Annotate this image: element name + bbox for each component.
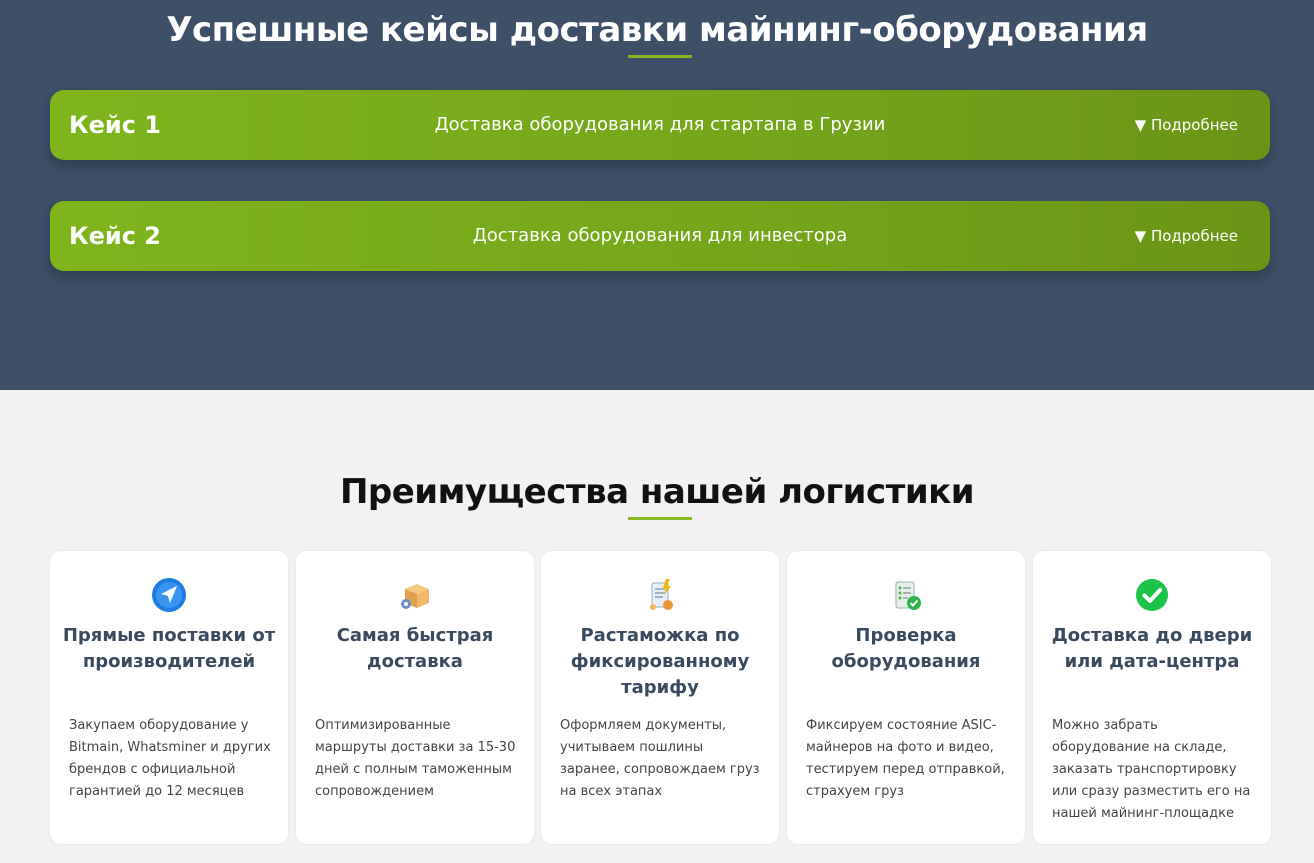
checklist-icon (895, 581, 921, 610)
case-2-more-link[interactable]: ▼ Подробнее (1135, 201, 1238, 271)
fast-delivery-icon (401, 584, 429, 609)
case-1-description: Доставка оборудования для стартапа в Гру… (434, 114, 886, 135)
advantage-card: Доставка до двери или дата-центра Можно … (1032, 550, 1272, 845)
advantage-title: Растаможка по фиксированному тарифу (570, 625, 750, 698)
case-1-more-link[interactable]: ▼ Подробнее (1135, 90, 1238, 160)
advantage-text: Фиксируем состояние ASIC-майнеров на фот… (806, 718, 1005, 799)
advantage-text: Оформляем документы, учитываем пошлины з… (560, 718, 760, 799)
advantage-title: Самая быстрая доставка (336, 625, 494, 672)
cases-title-underline (628, 55, 692, 58)
advantage-card: Прямые поставки от производителей Закупа… (49, 550, 289, 845)
advantage-title: Проверка оборудования (831, 625, 981, 672)
case-2-description: Доставка оборудования для инвестора (472, 225, 848, 246)
case-1-toggle[interactable]: Кейс 1 Доставка оборудования для стартап… (50, 90, 1270, 160)
advantage-title: Доставка до двери или дата-центра (1051, 625, 1253, 672)
case-2-number: Кейс 2 (69, 222, 161, 250)
direct-delivery-icon (152, 578, 186, 612)
advantage-title: Прямые поставки от производителей (62, 625, 276, 672)
advantage-card: Проверка оборудования Фиксируем состояни… (786, 550, 1026, 845)
advantage-text: Оптимизированные маршруты доставки за 15… (315, 718, 516, 799)
advantage-text: Закупаем оборудование у Bitmain, Whatsmi… (69, 718, 271, 799)
advantages-title: Преимущества нашей логистики (339, 472, 975, 512)
advantage-card: Самая быстрая доставка Оптимизированные … (295, 550, 535, 845)
customs-document-icon (650, 579, 673, 610)
advantage-card: Растаможка по фиксированному тарифу Офор… (540, 550, 780, 845)
advantages-title-underline (628, 517, 692, 520)
check-circle-icon (1136, 579, 1168, 611)
cases-section: Успешные кейсы доставки майнинг-оборудов… (0, 0, 1314, 390)
case-2-toggle[interactable]: Кейс 2 Доставка оборудования для инвесто… (50, 201, 1270, 271)
advantage-text: Можно забрать оборудование на складе, за… (1052, 718, 1251, 821)
cases-title: Успешные кейсы доставки майнинг-оборудов… (166, 10, 1148, 50)
case-1-number: Кейс 1 (69, 111, 161, 139)
